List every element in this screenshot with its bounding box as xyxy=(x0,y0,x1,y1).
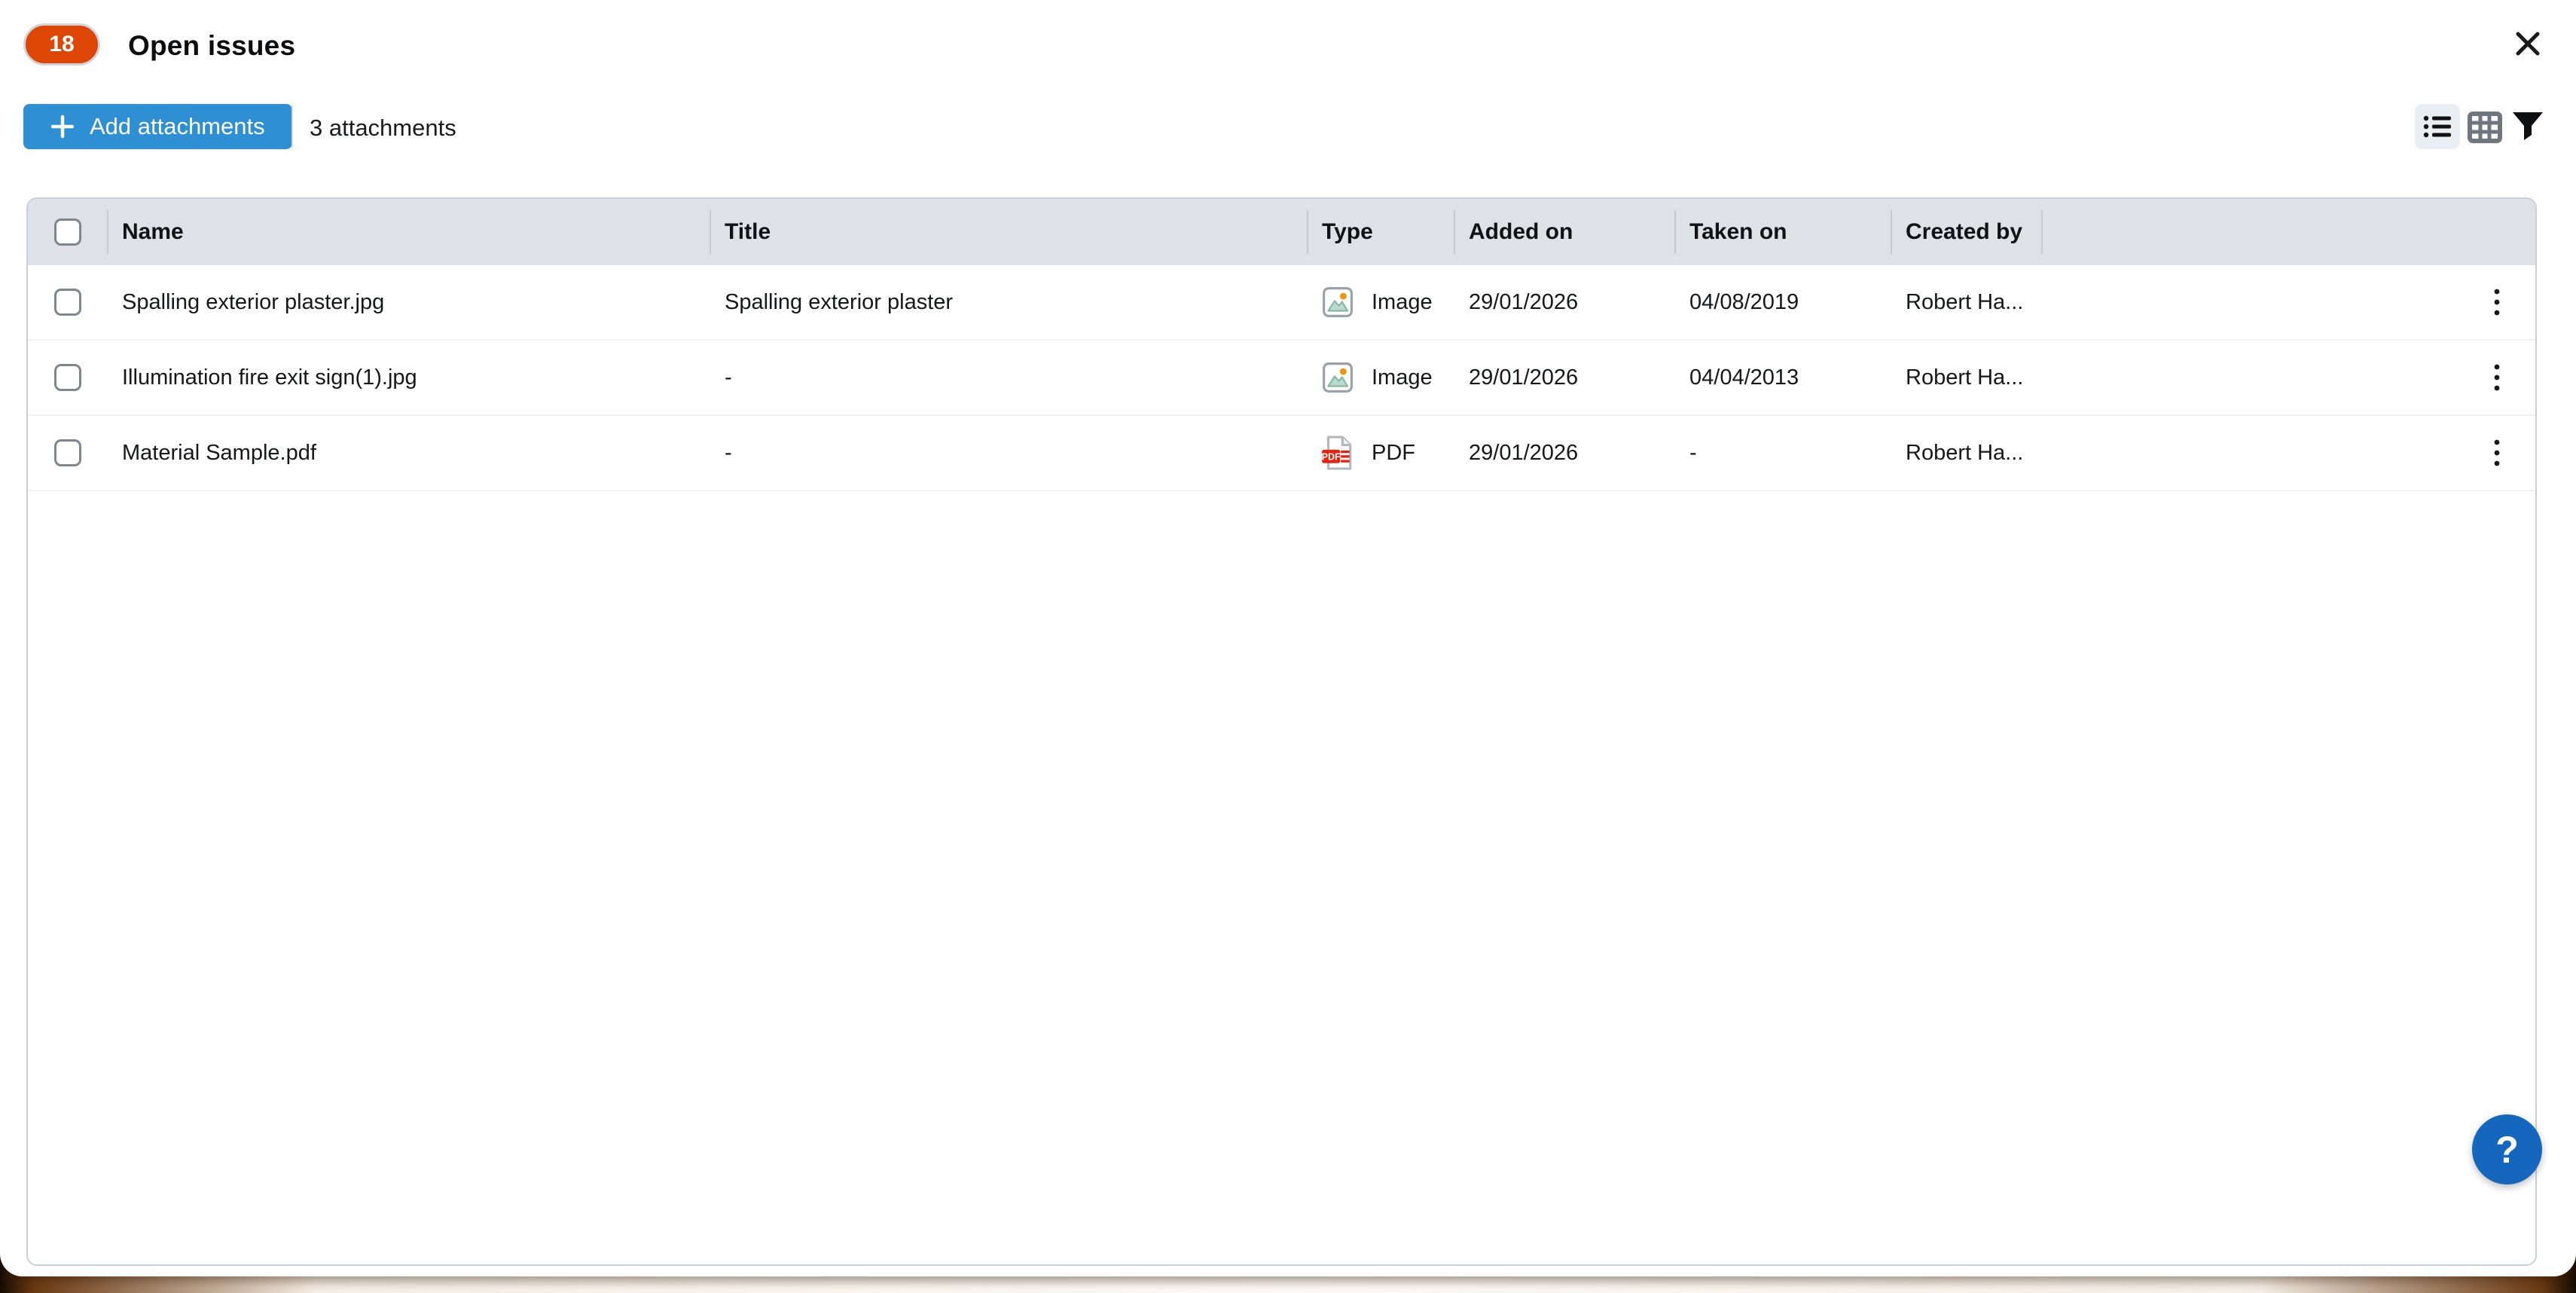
taken-on-date: - xyxy=(1674,441,1891,466)
kebab-menu-icon[interactable] xyxy=(2492,438,2502,468)
table-row[interactable]: Illumination fire exit sign(1).jpg - xyxy=(28,341,2535,416)
close-button[interactable] xyxy=(2513,29,2543,59)
filter-button[interactable] xyxy=(2511,110,2544,143)
taken-on-date: 04/04/2013 xyxy=(1674,365,1891,390)
created-by: Robert Ha... xyxy=(1891,441,2041,466)
page-title: Open issues xyxy=(128,30,295,62)
open-issues-count-badge: 18 xyxy=(23,23,100,66)
svg-text:PDF: PDF xyxy=(1322,451,1341,462)
table-header-row: Name Title Type Added on Taken on Create… xyxy=(28,199,2535,265)
table-row[interactable]: Spalling exterior plaster.jpg Spalling e… xyxy=(28,265,2535,341)
column-header-actions xyxy=(2041,199,2535,265)
added-on-date: 29/01/2026 xyxy=(1454,365,1674,390)
grid-view-button[interactable] xyxy=(2468,112,2502,143)
table-row[interactable]: Material Sample.pdf - PDF xyxy=(28,416,2535,491)
list-view-icon xyxy=(2421,110,2454,143)
attachment-name: Material Sample.pdf xyxy=(107,441,710,466)
filter-icon xyxy=(2511,110,2544,143)
created-by: Robert Ha... xyxy=(1891,290,2041,315)
attachment-name: Spalling exterior plaster.jpg xyxy=(107,290,710,315)
pdf-file-icon: PDF xyxy=(1322,436,1354,470)
column-header-created-by[interactable]: Created by xyxy=(1891,199,2041,265)
add-attachments-label: Add attachments xyxy=(90,113,265,140)
created-by: Robert Ha... xyxy=(1891,365,2041,390)
attachment-title: Spalling exterior plaster xyxy=(710,290,1307,315)
attachment-title: - xyxy=(710,441,1307,466)
close-icon xyxy=(2515,31,2541,57)
row-checkbox[interactable] xyxy=(54,364,81,391)
image-file-icon xyxy=(1322,362,1354,393)
column-header-name[interactable]: Name xyxy=(107,199,710,265)
added-on-date: 29/01/2026 xyxy=(1454,290,1674,315)
select-all-checkbox[interactable] xyxy=(54,219,81,246)
column-header-added-on[interactable]: Added on xyxy=(1454,199,1674,265)
attachment-name: Illumination fire exit sign(1).jpg xyxy=(107,365,710,390)
taken-on-date: 04/08/2019 xyxy=(1674,290,1891,315)
grid-view-icon xyxy=(2468,112,2502,143)
attachments-count: 3 attachments xyxy=(310,115,456,142)
attachment-type-label: Image xyxy=(1372,290,1433,315)
help-button[interactable]: ? xyxy=(2472,1114,2542,1184)
attachment-title: - xyxy=(710,365,1307,390)
attachment-type-label: Image xyxy=(1372,365,1433,390)
attachment-type-label: PDF xyxy=(1372,441,1415,466)
attachments-table: Name Title Type Added on Taken on Create… xyxy=(26,197,2537,1266)
row-checkbox[interactable] xyxy=(54,289,81,316)
attachments-modal: 18 Open issues Add attachments 3 attachm… xyxy=(0,0,2576,1276)
kebab-menu-icon[interactable] xyxy=(2492,287,2502,317)
column-header-taken-on[interactable]: Taken on xyxy=(1674,199,1891,265)
kebab-menu-icon[interactable] xyxy=(2492,362,2502,393)
column-header-type[interactable]: Type xyxy=(1307,199,1454,265)
toolbar-divider xyxy=(291,105,293,148)
added-on-date: 29/01/2026 xyxy=(1454,441,1674,466)
column-header-title[interactable]: Title xyxy=(710,199,1307,265)
list-view-button[interactable] xyxy=(2415,104,2460,149)
table-body: Spalling exterior plaster.jpg Spalling e… xyxy=(28,265,2535,491)
add-attachments-button[interactable]: Add attachments xyxy=(23,104,292,149)
row-checkbox[interactable] xyxy=(54,439,81,466)
badge-count: 18 xyxy=(49,32,74,57)
question-mark-icon: ? xyxy=(2495,1128,2519,1172)
plus-icon xyxy=(50,115,75,139)
image-file-icon xyxy=(1322,286,1354,318)
